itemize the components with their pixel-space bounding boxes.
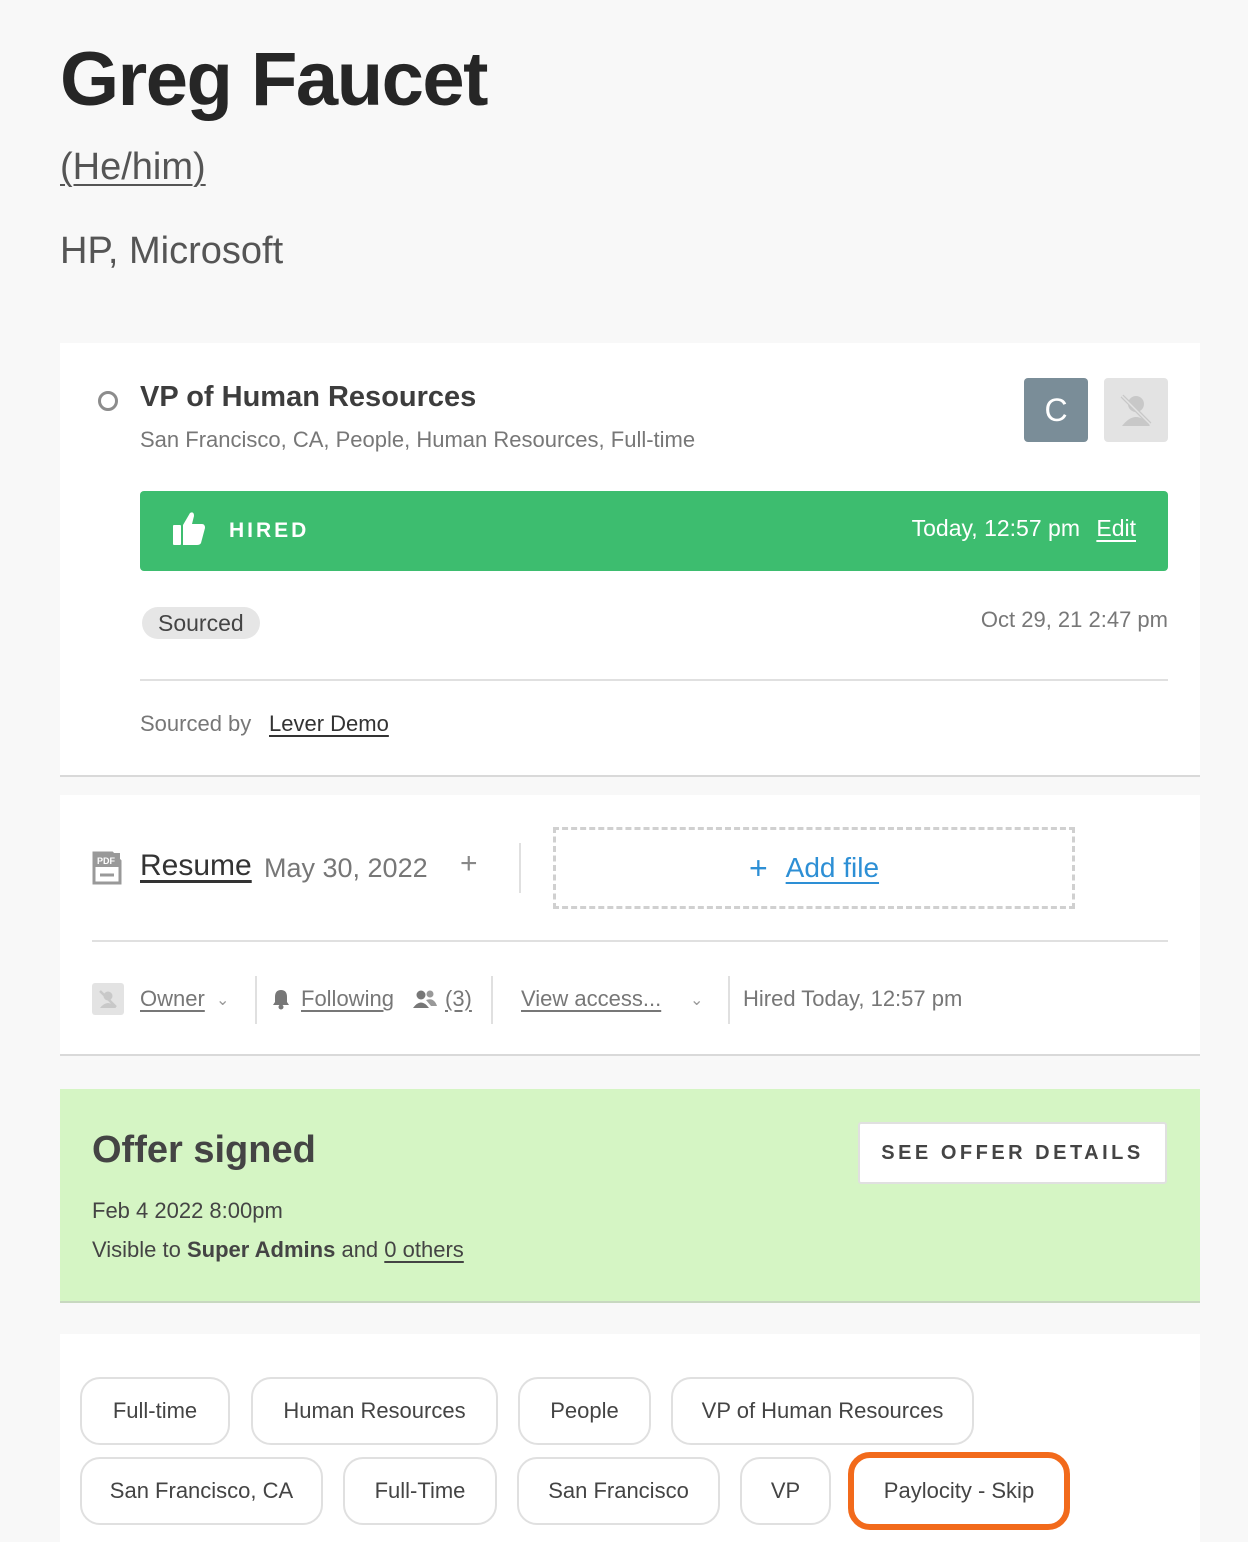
chevron-down-icon[interactable]: ⌄: [690, 990, 703, 1010]
divider: [92, 940, 1168, 942]
sourced-by-label: Sourced by: [140, 711, 252, 736]
tag-chip[interactable]: Full-Time: [343, 1457, 497, 1525]
offer-date: Feb 4 2022 8:00pm: [92, 1198, 283, 1223]
divider: [728, 976, 730, 1024]
add-resume-plus-icon[interactable]: +: [460, 847, 478, 881]
see-offer-details-button[interactable]: SEE OFFER DETAILS: [858, 1122, 1167, 1184]
tag-chip[interactable]: San Francisco: [517, 1457, 720, 1525]
owner-dropdown[interactable]: Owner: [140, 986, 205, 1012]
visibility-prefix: Visible to: [92, 1237, 181, 1262]
visibility-and: and: [341, 1237, 379, 1262]
chevron-down-icon[interactable]: ⌄: [216, 990, 229, 1010]
visibility-others-link[interactable]: 0 others: [384, 1237, 464, 1262]
tag-chip[interactable]: San Francisco, CA: [80, 1457, 323, 1525]
pdf-icon: PDF: [92, 851, 122, 885]
tag-chip-highlighted[interactable]: Paylocity - Skip: [848, 1452, 1070, 1530]
opportunity-card: VP of Human Resources San Francisco, CA,…: [60, 343, 1200, 777]
offer-visibility: Visible to Super Admins and 0 others: [92, 1237, 464, 1263]
hired-label: HIRED: [229, 519, 310, 542]
visibility-group: Super Admins: [187, 1237, 336, 1262]
followers-icon: [413, 990, 437, 1008]
tag-chip[interactable]: Full-time: [80, 1377, 230, 1445]
candidate-companies: HP, Microsoft: [60, 230, 284, 272]
followers-count[interactable]: (3): [445, 986, 472, 1012]
source-tag: Sourced: [142, 607, 260, 639]
candidate-name: Greg Faucet: [60, 37, 488, 122]
svg-text:PDF: PDF: [97, 856, 116, 866]
contact-avatar[interactable]: C: [1024, 378, 1088, 442]
divider: [519, 843, 521, 893]
tags-card: Full-time Human Resources People VP of H…: [60, 1334, 1200, 1542]
tag-chip[interactable]: Human Resources: [251, 1377, 498, 1445]
following-toggle[interactable]: Following: [301, 986, 394, 1012]
candidate-pronouns[interactable]: (He/him): [60, 146, 206, 189]
divider: [140, 679, 1168, 681]
divider: [491, 976, 493, 1024]
source-date: Oct 29, 21 2:47 pm: [980, 607, 1168, 632]
plus-icon: +: [748, 850, 768, 886]
files-card: PDF Resume May 30, 2022 + + Add file Own…: [60, 795, 1200, 1056]
bell-icon: [273, 990, 289, 1010]
tag-chip[interactable]: VP of Human Resources: [671, 1377, 974, 1445]
divider: [255, 976, 257, 1024]
owner-avatar-icon: [92, 983, 124, 1015]
thumbs-up-icon: [173, 512, 205, 545]
tag-chip[interactable]: VP: [740, 1457, 831, 1525]
unassigned-user-icon[interactable]: [1104, 378, 1168, 442]
add-file-dropzone[interactable]: + Add file: [553, 827, 1075, 909]
hired-status-bar: HIRED Today, 12:57 pm Edit: [140, 491, 1168, 571]
hired-date-text: Hired Today, 12:57 pm: [743, 986, 963, 1011]
job-title: VP of Human Resources: [140, 381, 477, 413]
view-access-dropdown[interactable]: View access...: [521, 986, 661, 1012]
sourced-by-link[interactable]: Lever Demo: [269, 711, 389, 737]
hired-time: Today, 12:57 pm: [911, 515, 1080, 541]
resume-date: May 30, 2022: [264, 853, 428, 883]
offer-title: Offer signed: [92, 1129, 316, 1171]
job-details: San Francisco, CA, People, Human Resourc…: [140, 427, 696, 452]
offer-card: Offer signed SEE OFFER DETAILS Feb 4 202…: [60, 1089, 1200, 1303]
resume-link[interactable]: Resume: [140, 849, 252, 883]
tag-chip[interactable]: People: [518, 1377, 651, 1445]
add-file-link[interactable]: Add file: [786, 852, 879, 884]
status-circle-icon: [98, 391, 118, 411]
edit-hired-link[interactable]: Edit: [1096, 515, 1136, 542]
